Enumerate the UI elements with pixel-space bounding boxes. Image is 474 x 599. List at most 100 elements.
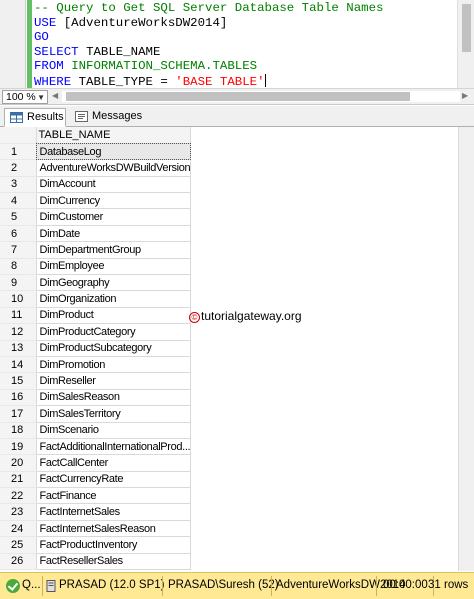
status-bar: Q... PRASAD (12.0 SP1) PRASAD\Suresh (52… [0,572,474,599]
table-name-cell[interactable]: DimAccount [36,176,192,194]
table-row[interactable]: 16 DimSalesReason [0,389,192,407]
table-name-cell[interactable]: DimProductCategory [36,323,192,341]
table-name-cell[interactable]: DimReseller [36,372,192,390]
row-number-header[interactable] [0,127,37,144]
row-number[interactable]: 19 [0,438,37,456]
row-number[interactable]: 10 [0,290,37,308]
table-row[interactable]: 12 DimProductCategory [0,323,192,341]
table-row[interactable]: 18 DimScenario [0,422,192,439]
table-row[interactable]: 15 DimReseller [0,372,192,390]
table-row[interactable]: 20 FactCallCenter [0,454,192,472]
table-row[interactable]: 19 FactAdditionalInternationalProd... [0,438,192,456]
copyright-icon: © [189,312,200,323]
grid-icon [10,112,23,123]
table-name-cell[interactable]: DimPromotion [36,356,192,374]
row-number[interactable]: 9 [0,274,37,292]
table-name-cell[interactable]: DimSalesTerritory [36,405,192,423]
horizontal-scroll-thumb[interactable] [66,92,410,101]
table-name-cell[interactable]: DimProduct [36,307,192,325]
table-row[interactable]: 13 DimProductSubcategory [0,340,192,357]
scroll-right-icon[interactable]: ▶ [462,91,468,100]
table-row[interactable]: 9 DimGeography [0,274,192,292]
row-number[interactable]: 20 [0,454,37,472]
table-name-cell[interactable]: DimSalesReason [36,389,192,407]
table-name-cell[interactable]: DimGeography [36,274,192,292]
table-row[interactable]: 21 FactCurrencyRate [0,471,192,489]
row-number[interactable]: 23 [0,503,37,521]
table-row[interactable]: 17 DimSalesTerritory [0,405,192,423]
row-number[interactable]: 12 [0,323,37,341]
table-name-cell[interactable]: DimCustomer [36,208,192,226]
editor-scroll-thumb[interactable] [462,4,471,52]
table-row[interactable]: 25 FactProductInventory [0,536,192,554]
table-row[interactable]: 3 DimAccount [0,176,192,194]
table-name-cell[interactable]: FactCurrencyRate [36,471,192,489]
results-grid[interactable]: TABLE_NAME 1 DatabaseLog 2 AdventureWorksDW… [0,127,474,571]
row-number[interactable]: 24 [0,520,37,538]
row-number[interactable]: 7 [0,241,37,259]
table-row[interactable]: 6 DimDate [0,225,192,243]
table-name-cell[interactable]: DimDate [36,225,192,243]
tab-messages[interactable]: Messages [70,108,142,127]
table-row[interactable]: 10 DimOrganization [0,290,192,308]
row-number[interactable]: 3 [0,176,37,194]
table-row[interactable]: 2 AdventureWorksDWBuildVersion [0,159,192,177]
row-number[interactable]: 14 [0,356,37,374]
table-name-cell[interactable]: DimDepartmentGroup [36,241,192,259]
table-row[interactable]: 24 FactInternetSalesReason [0,520,192,538]
table-row[interactable]: 4 DimCurrency [0,192,192,210]
table-name-cell[interactable]: FactInternetSales [36,503,192,521]
table-row[interactable]: 1 DatabaseLog [0,143,192,161]
table-name-cell[interactable]: DimEmployee [36,258,192,276]
row-number[interactable]: 5 [0,208,37,226]
server-name: PRASAD (12.0 SP1) [59,579,165,591]
table-name-cell[interactable]: FactProductInventory [36,536,192,554]
row-number[interactable]: 26 [0,553,37,571]
results-tabs: Results Messages [0,106,474,127]
table-name-cell[interactable]: DimProductSubcategory [36,340,192,357]
row-number[interactable]: 25 [0,536,37,554]
table-row[interactable]: 22 FactFinance [0,487,192,505]
table-name-cell[interactable]: DatabaseLog [36,143,192,161]
query-status: Q... [22,579,41,591]
grid-vertical-scrollbar[interactable] [458,127,474,571]
table-row[interactable]: 26 FactResellerSales [0,553,192,571]
table-name-cell[interactable]: AdventureWorksDWBuildVersion [36,159,192,177]
row-number[interactable]: 4 [0,192,37,210]
row-number[interactable]: 15 [0,372,37,390]
row-number[interactable]: 22 [0,487,37,505]
scroll-left-icon[interactable]: ◀ [52,91,58,100]
table-name-cell[interactable]: FactCallCenter [36,454,192,472]
query-editor[interactable]: -- Query to Get SQL Server Database Tabl… [0,0,474,89]
table-row[interactable]: 23 FactInternetSales [0,503,192,521]
row-number[interactable]: 13 [0,340,37,357]
row-number[interactable]: 17 [0,405,37,423]
table-row[interactable]: 11 DimProduct [0,307,192,325]
tab-results[interactable]: Results [4,108,66,127]
zoom-select[interactable]: 100 % ▼ [2,90,48,104]
row-number[interactable]: 16 [0,389,37,407]
row-number[interactable]: 2 [0,159,37,177]
table-name-cell[interactable]: DimScenario [36,422,192,439]
chevron-down-icon[interactable]: ▼ [37,92,45,104]
row-number[interactable]: 11 [0,307,37,325]
editor-vertical-scrollbar[interactable] [457,0,474,88]
sql-code[interactable]: -- Query to Get SQL Server Database Tabl… [34,1,383,89]
table-row[interactable]: 8 DimEmployee [0,258,192,276]
row-number[interactable]: 1 [0,143,37,161]
table-name-cell[interactable]: FactResellerSales [36,553,192,571]
sql-operator: = [160,74,168,89]
row-number[interactable]: 18 [0,422,37,439]
table-name-cell[interactable]: FactAdditionalInternationalProd... [36,438,192,456]
table-row[interactable]: 5 DimCustomer [0,208,192,226]
table-name-cell[interactable]: FactInternetSalesReason [36,520,192,538]
column-header[interactable]: TABLE_NAME [36,127,192,144]
table-row[interactable]: 14 DimPromotion [0,356,192,374]
row-number[interactable]: 8 [0,258,37,276]
table-row[interactable]: 7 DimDepartmentGroup [0,241,192,259]
table-name-cell[interactable]: FactFinance [36,487,192,505]
table-name-cell[interactable]: DimCurrency [36,192,192,210]
row-number[interactable]: 21 [0,471,37,489]
table-name-cell[interactable]: DimOrganization [36,290,192,308]
row-number[interactable]: 6 [0,225,37,243]
